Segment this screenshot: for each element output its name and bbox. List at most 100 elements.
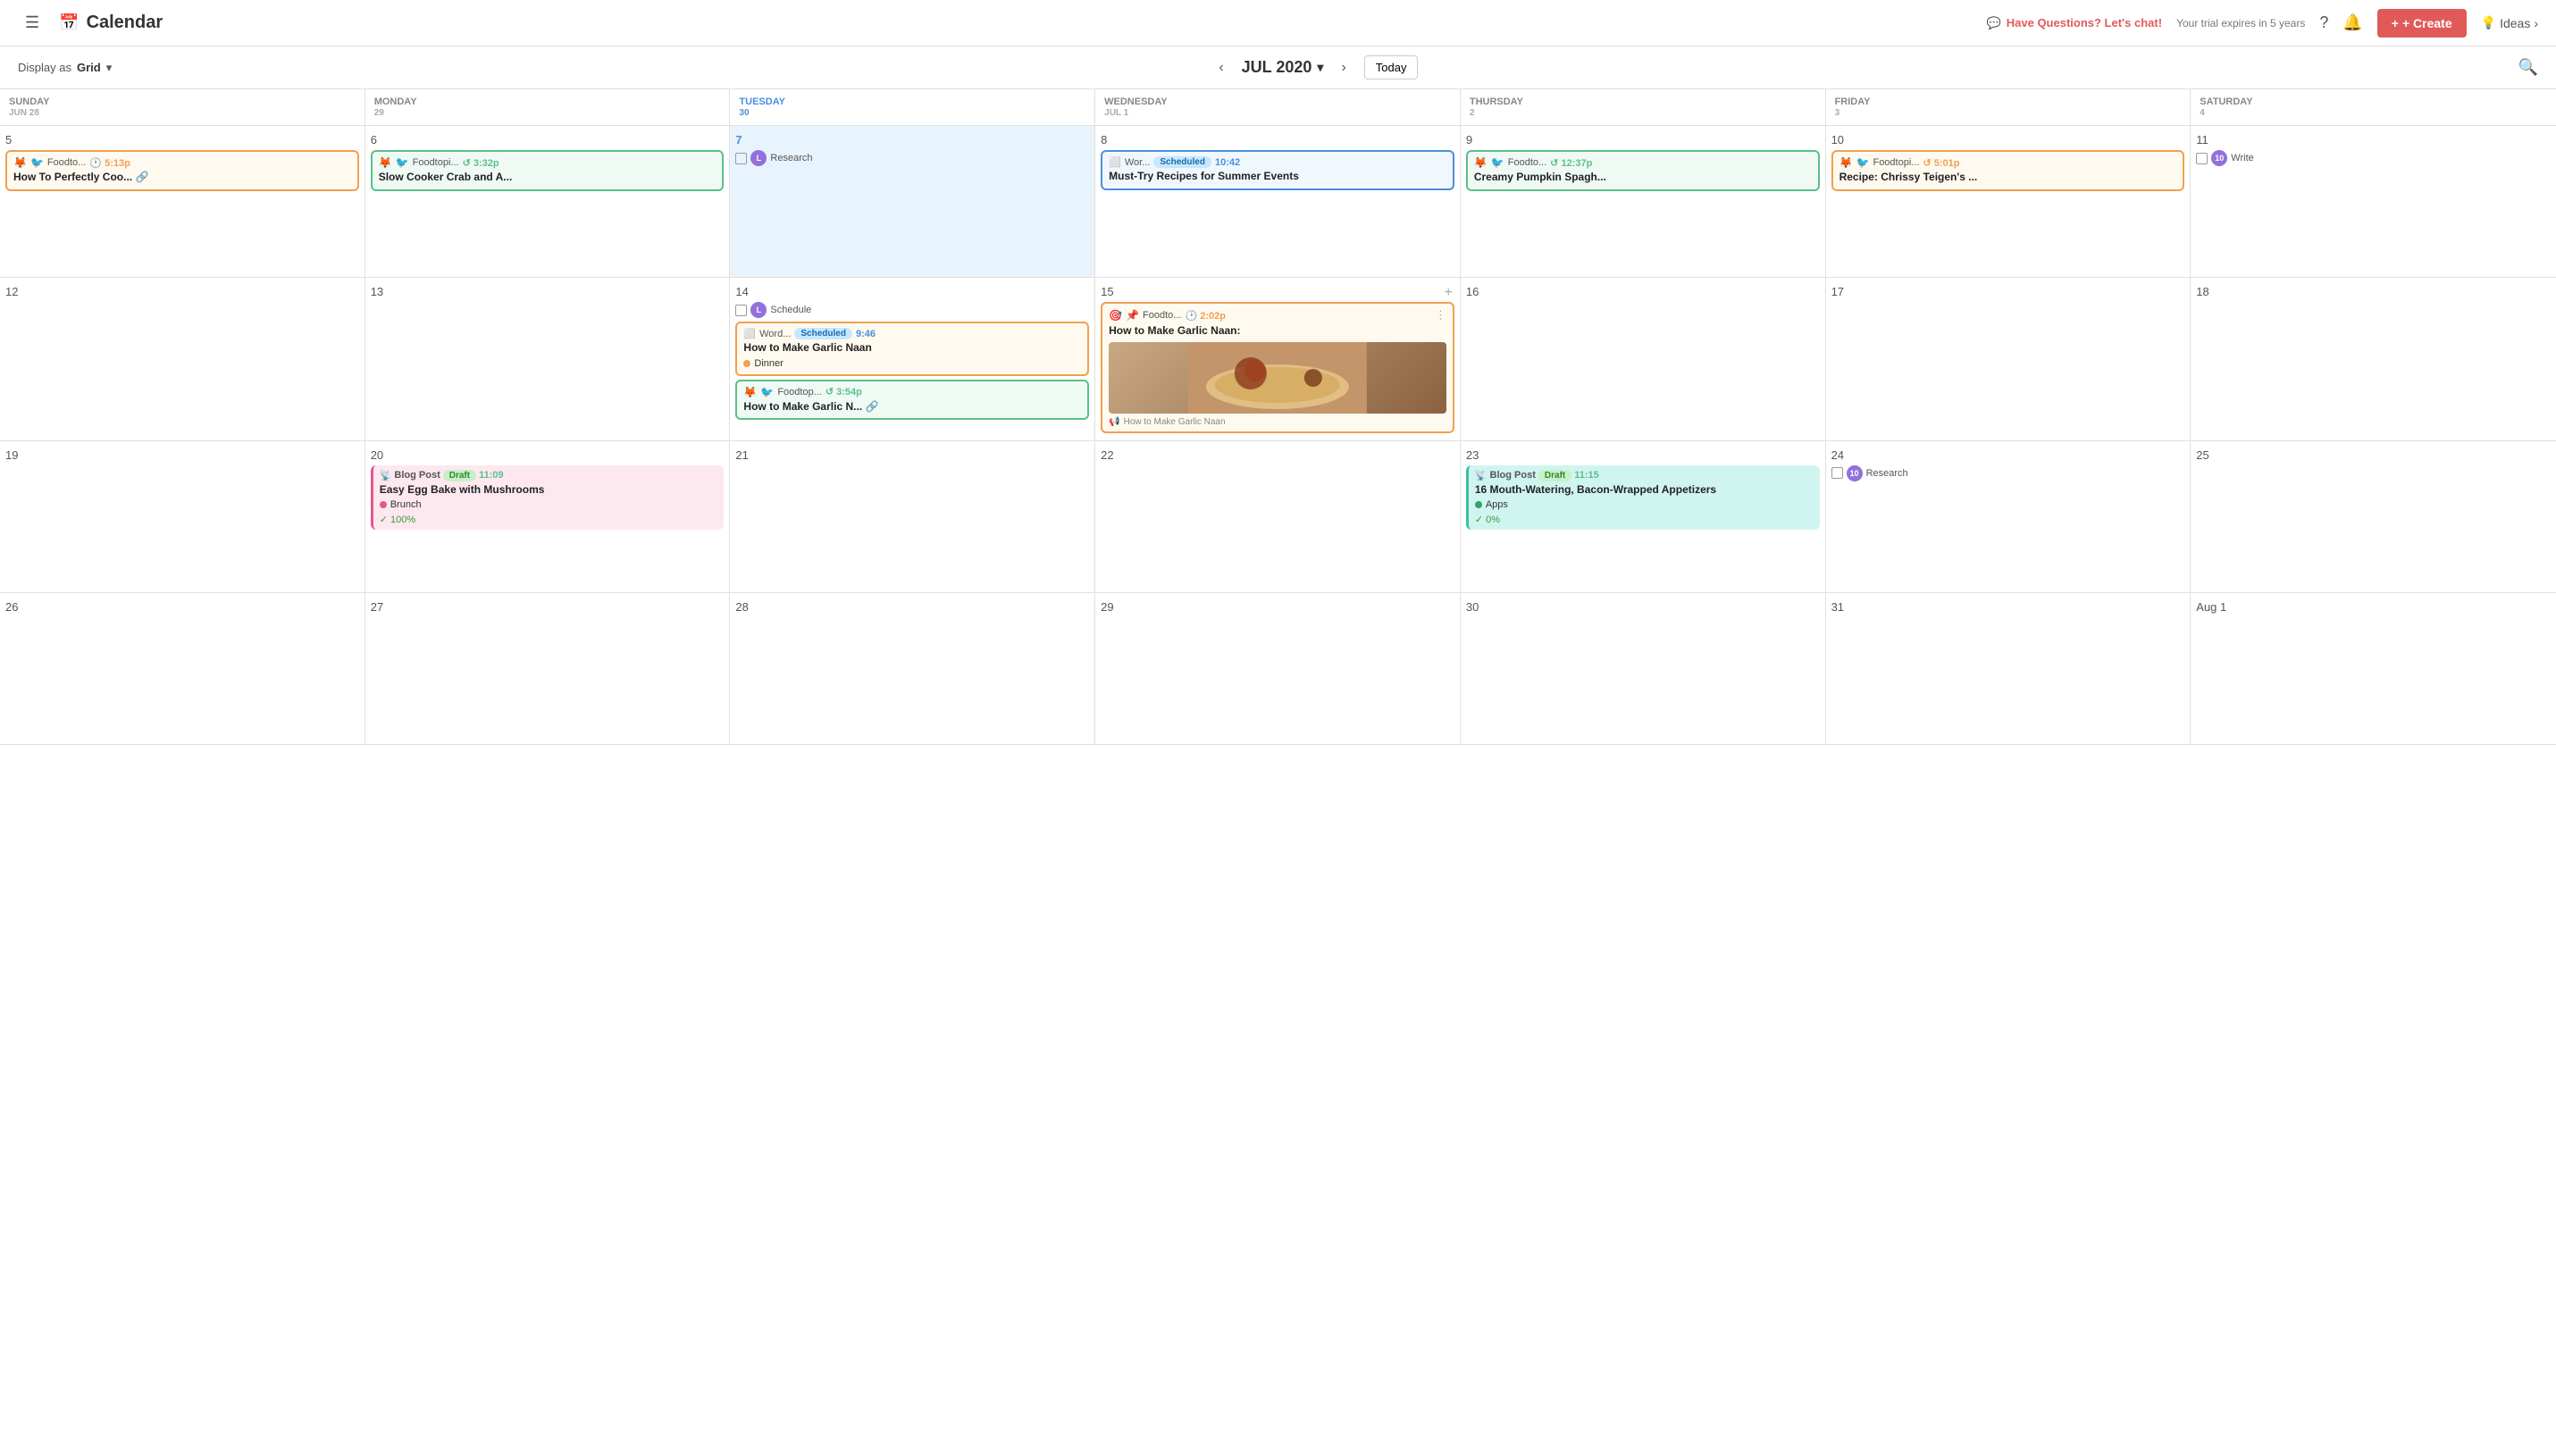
event-schedule[interactable]: L Schedule <box>735 302 1089 318</box>
menu-button[interactable]: ☰ <box>18 10 46 36</box>
ideas-button[interactable]: 💡 Ideas › <box>2481 15 2538 30</box>
channel-label: Wor... <box>1125 157 1151 168</box>
add-event-plus[interactable]: + <box>1445 285 1453 301</box>
task-label: Research <box>1866 468 1908 479</box>
event-bacon-appetizers[interactable]: 📡 Blog Post Draft 11:15 16 Mouth-Waterin… <box>1466 465 1820 531</box>
task-label: Write <box>2231 153 2253 163</box>
twitter-icon: 🐦 <box>1856 156 1870 169</box>
date-17: 17 <box>1831 285 2185 298</box>
next-month-button[interactable]: › <box>1334 56 1353 79</box>
draft-badge: Draft <box>1538 470 1571 481</box>
event-creamy-pumpkin[interactable]: 🦊 🐦 Foodto... ↺ 12:37p Creamy Pumpkin Sp… <box>1466 150 1820 191</box>
cell-thu2: 9 🦊 🐦 Foodto... ↺ 12:37p Creamy Pumpkin … <box>1461 126 1826 277</box>
channel-label: Foodto... <box>47 157 86 168</box>
task-label: Research <box>770 153 812 163</box>
month-label: JUL 2020 ▾ <box>1242 58 1324 77</box>
twitter-icon: 🐦 <box>396 156 409 169</box>
cell-18: 18 <box>2191 278 2556 440</box>
week-row-2: 12 13 14 L Schedule ⬜ Word... Scheduled … <box>0 278 2556 441</box>
tag-dot <box>1475 501 1482 508</box>
event-title: How To Perfectly Coo... 🔗 <box>13 171 351 185</box>
event-title: How to Make Garlic Naan <box>743 341 1081 356</box>
event-garlic-naan-social[interactable]: 🦊 🐦 Foodtop... ↺ 3:54p How to Make Garli… <box>735 380 1089 421</box>
help-icon[interactable]: ? <box>2319 13 2328 32</box>
event-time: ↺ 12:37p <box>1550 157 1592 169</box>
cell-30b: 30 <box>1461 593 1826 744</box>
event-garlic-naan-featured[interactable]: 🎯 📌 Foodto... 🕑 2:02p ⋮ How to Make Garl… <box>1101 302 1454 433</box>
prev-month-button[interactable]: ‹ <box>1211 56 1230 79</box>
cell-fri3: 10 🦊 🐦 Foodtopi... ↺ 5:01p Recipe: Chris… <box>1826 126 2191 277</box>
channel-label: Foodtopi... <box>1873 157 1919 168</box>
event-write[interactable]: 10 Write <box>2196 150 2551 166</box>
date-11: 11 <box>2196 133 2551 146</box>
event-chrissy[interactable]: 🦊 🐦 Foodtopi... ↺ 5:01p Recipe: Chrissy … <box>1831 150 2185 191</box>
notification-icon[interactable]: 🔔 <box>2342 13 2362 32</box>
wordpress-icon: ⬜ <box>1109 156 1121 168</box>
calendar-icon: 📅 <box>59 13 79 32</box>
date-30b: 30 <box>1466 600 1820 614</box>
cell-27: 27 <box>365 593 731 744</box>
grid-label: Grid <box>77 61 101 74</box>
chevron-down-icon[interactable]: ▾ <box>106 61 113 75</box>
cell-16: 16 <box>1461 278 1826 440</box>
fox-icon: 🦊 <box>379 156 392 169</box>
day-headers: SUNDAYJun 28 MONDAY29 TUESDAY30 WEDNESDA… <box>0 89 2556 126</box>
date-5: 5 <box>5 133 359 146</box>
rss-icon: 📡 <box>1475 470 1488 481</box>
cell-jul1: 8 ⬜ Wor... Scheduled 10:42 Must-Try Reci… <box>1095 126 1461 277</box>
event-time: 11:09 <box>479 470 504 481</box>
tag-label: Dinner <box>754 358 783 369</box>
avatar: L <box>750 302 767 318</box>
rss-icon: 📡 <box>380 470 392 481</box>
event-egg-bake[interactable]: 📡 Blog Post Draft 11:09 Easy Egg Bake wi… <box>371 465 725 531</box>
chat-icon: 💬 <box>1987 16 2001 30</box>
cell-25: 25 <box>2191 441 2556 592</box>
cell-19: 19 <box>0 441 365 592</box>
more-options-icon[interactable]: ⋮ <box>1435 308 1446 322</box>
create-button[interactable]: + + Create <box>2377 9 2467 38</box>
event-time: ↺ 3:32p <box>463 157 499 169</box>
header-wednesday: WEDNESDAYJul 1 <box>1095 89 1461 125</box>
event-time: 🕑 2:02p <box>1185 310 1226 322</box>
event-must-try[interactable]: ⬜ Wor... Scheduled 10:42 Must-Try Recipe… <box>1101 150 1454 190</box>
twitter-icon: 🐦 <box>30 156 44 169</box>
date-31: 31 <box>1831 600 2185 614</box>
cell-aug1: Aug 1 <box>2191 593 2556 744</box>
checkbox-icon[interactable] <box>1831 467 1843 479</box>
checkbox-icon[interactable] <box>735 305 747 316</box>
event-title: How to Make Garlic Naan: <box>1109 324 1446 339</box>
chat-link[interactable]: 💬 Have Questions? Let's chat! <box>1987 16 2163 30</box>
event-time: ↺ 3:54p <box>825 386 862 397</box>
event-research-2[interactable]: 10 Research <box>1831 465 2185 481</box>
week-row-3: 19 20 📡 Blog Post Draft 11:09 Easy Egg B… <box>0 441 2556 593</box>
event-research-1[interactable]: L Research <box>735 150 1089 166</box>
top-nav: ☰ 📅 Calendar 💬 Have Questions? Let's cha… <box>0 0 2556 46</box>
cell-13: 13 <box>365 278 731 440</box>
event-slow-cooker[interactable]: 🦊 🐦 Foodtopi... ↺ 3:32p Slow Cooker Crab… <box>371 150 725 191</box>
promo-icon: 📢 <box>1109 417 1119 427</box>
header-saturday: SATURDAY4 <box>2191 89 2556 125</box>
date-25: 25 <box>2196 448 2551 462</box>
twitter-icon: 🐦 <box>760 386 774 398</box>
date-29b: 29 <box>1101 600 1454 614</box>
month-chevron-icon[interactable]: ▾ <box>1317 60 1323 75</box>
checkbox-icon[interactable] <box>2196 153 2208 164</box>
avatar: L <box>750 150 767 166</box>
cell-23: 23 📡 Blog Post Draft 11:15 16 Mouth-Wate… <box>1461 441 1826 592</box>
fox-icon: 🦊 <box>13 156 27 169</box>
date-6: 6 <box>371 133 725 146</box>
date-18: 18 <box>2196 285 2551 298</box>
event-how-to-perfectly[interactable]: 🦊 🐦 Foodto... 🕐 5:13p How To Perfectly C… <box>5 150 359 191</box>
checkbox-icon[interactable] <box>735 153 747 164</box>
nav-right: 💬 Have Questions? Let's chat! Your trial… <box>1987 9 2538 38</box>
avatar: 10 <box>1847 465 1863 481</box>
event-garlic-naan-blog[interactable]: ⬜ Word... Scheduled 9:46 How to Make Gar… <box>735 322 1089 376</box>
event-time: 🕐 5:13p <box>89 157 130 169</box>
bulb-icon: 💡 <box>2481 15 2496 30</box>
date-22: 22 <box>1101 448 1454 462</box>
search-icon[interactable]: 🔍 <box>2518 58 2538 77</box>
today-button[interactable]: Today <box>1364 55 1419 79</box>
cell-30: 7 L Research <box>730 126 1095 277</box>
channel-label: Foodtop... <box>777 387 822 397</box>
promo-label: How to Make Garlic Naan <box>1124 417 1226 427</box>
